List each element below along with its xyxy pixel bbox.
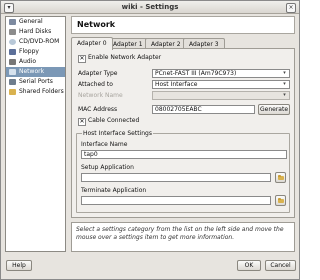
- browse-terminate-application-button[interactable]: [275, 195, 286, 206]
- info-panel: Select a settings category from the list…: [71, 222, 295, 252]
- folder-icon: [278, 175, 284, 180]
- speaker-icon: [9, 59, 16, 65]
- gear-icon: [9, 19, 16, 25]
- adapter-type-select[interactable]: PCnet-FAST III (Am79C973) ▾: [152, 69, 290, 78]
- window-title: wiki - Settings: [121, 3, 179, 11]
- host-interface-settings-title: Host Interface Settings: [82, 130, 153, 137]
- hard-disk-icon: [9, 29, 16, 35]
- ok-button[interactable]: OK: [237, 260, 261, 271]
- adapter-panel: ✕ Enable Network Adapter Adapter Type PC…: [71, 48, 295, 218]
- sidebar-item-label: Audio: [19, 58, 37, 65]
- sidebar-item-label: Network: [19, 68, 45, 75]
- enable-network-adapter-label: Enable Network Adapter: [88, 54, 162, 61]
- setup-application-input[interactable]: [81, 173, 271, 182]
- attached-to-select[interactable]: Host Interface ▾: [152, 80, 290, 89]
- chevron-down-icon: ▾: [283, 81, 286, 87]
- settings-window: ▾ wiki - Settings × General Hard Disks C…: [0, 0, 300, 280]
- network-name-label: Network Name: [78, 92, 123, 99]
- sidebar-item-label: Floppy: [19, 48, 39, 55]
- sidebar-item-floppy[interactable]: Floppy: [6, 47, 65, 57]
- sidebar-item-label: Hard Disks: [19, 28, 52, 35]
- interface-name-input[interactable]: tap0: [81, 150, 287, 159]
- sidebar-item-label: CD/DVD-ROM: [19, 38, 60, 45]
- cd-icon: [9, 39, 16, 45]
- chevron-down-icon: ▾: [283, 92, 286, 98]
- host-interface-settings-group: Host Interface Settings Interface Name t…: [76, 130, 290, 213]
- tab-adapter-0[interactable]: Adapter 0: [71, 37, 113, 50]
- mac-address-input[interactable]: 08002705EABC: [152, 105, 255, 114]
- chevron-down-icon: ▾: [283, 70, 286, 76]
- terminate-application-label: Terminate Application: [81, 187, 147, 194]
- sidebar-item-cd-dvd-rom[interactable]: CD/DVD-ROM: [6, 37, 65, 47]
- serial-port-icon: [9, 79, 16, 85]
- interface-name-label: Interface Name: [81, 141, 128, 148]
- sidebar-item-label: General: [19, 18, 43, 25]
- sidebar-item-label: Shared Folders: [19, 88, 64, 95]
- adapter-type-value: PCnet-FAST III (Am79C973): [155, 70, 237, 77]
- terminate-application-input[interactable]: [81, 196, 271, 205]
- network-icon: [9, 69, 16, 75]
- sidebar-item-serial-ports[interactable]: Serial Ports: [6, 77, 65, 87]
- sidebar-item-label: Serial Ports: [19, 78, 53, 85]
- attached-to-label: Attached to: [78, 81, 113, 88]
- network-name-select: ▾: [152, 91, 290, 100]
- sidebar-item-audio[interactable]: Audio: [6, 57, 65, 67]
- attached-to-value: Host Interface: [155, 81, 198, 88]
- sidebar-item-general[interactable]: General: [6, 17, 65, 27]
- setup-application-label: Setup Application: [81, 164, 134, 171]
- folder-icon: [278, 198, 284, 203]
- generate-mac-button[interactable]: Generate: [258, 104, 290, 115]
- cable-connected-label: Cable Connected: [88, 117, 140, 124]
- adapter-type-label: Adapter Type: [78, 70, 118, 77]
- page-title: Network: [77, 20, 116, 29]
- sidebar-item-hard-disks[interactable]: Hard Disks: [6, 27, 65, 37]
- sidebar-item-network[interactable]: Network: [6, 67, 65, 77]
- title-bar: ▾ wiki - Settings ×: [1, 1, 299, 14]
- folder-icon: [9, 89, 16, 95]
- enable-network-adapter-checkbox[interactable]: ✕: [78, 55, 86, 63]
- floppy-icon: [9, 49, 16, 55]
- help-button[interactable]: Help: [6, 260, 32, 271]
- browse-setup-application-button[interactable]: [275, 172, 286, 183]
- settings-category-list: General Hard Disks CD/DVD-ROM Floppy Aud…: [5, 16, 66, 252]
- sidebar-item-shared-folders[interactable]: Shared Folders: [6, 87, 65, 97]
- cancel-button[interactable]: Cancel: [265, 260, 296, 271]
- close-window-button[interactable]: ×: [286, 3, 296, 13]
- page-header: Network: [71, 16, 295, 34]
- mac-address-label: MAC Address: [78, 106, 118, 113]
- cable-connected-checkbox[interactable]: ✕: [78, 118, 86, 126]
